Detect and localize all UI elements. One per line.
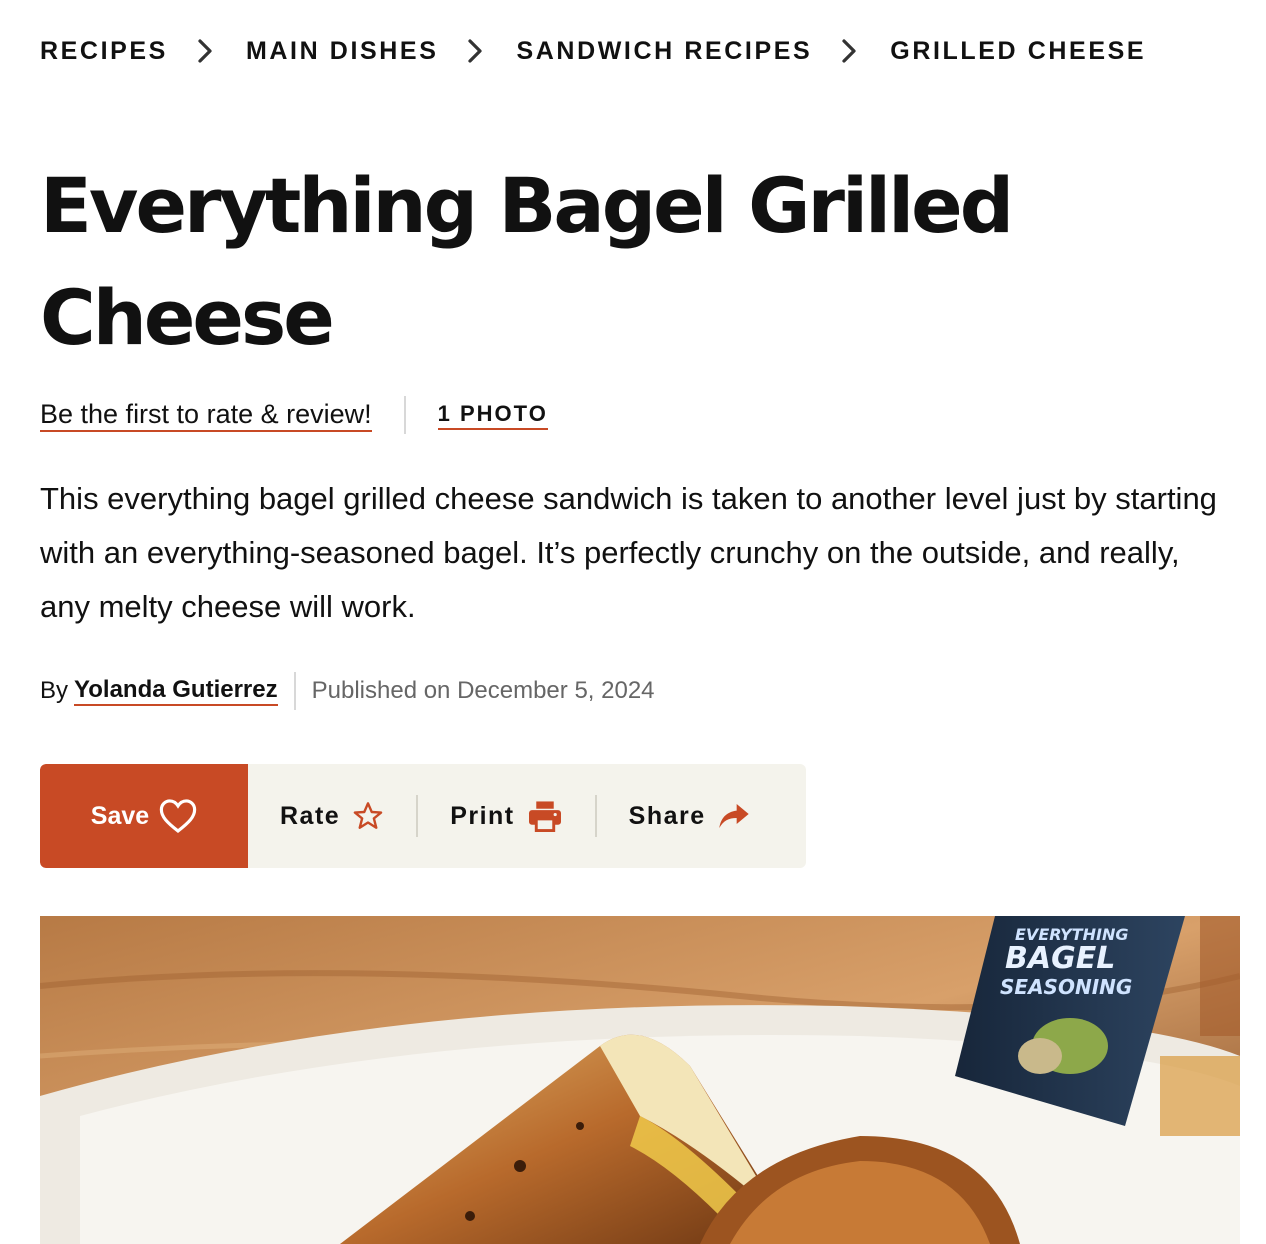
chevron-right-icon: [468, 39, 483, 63]
rate-review-link[interactable]: Be the first to rate & review!: [40, 398, 372, 432]
byline-prefix: By: [40, 677, 69, 704]
rate-button[interactable]: Rate: [280, 800, 384, 832]
chevron-right-icon: [842, 39, 856, 63]
printer-icon: [528, 801, 561, 832]
page-title: Everything Bagel Grilled Cheese: [40, 161, 1014, 362]
print-button[interactable]: Print: [450, 800, 562, 832]
divider: [594, 795, 597, 837]
save-label: Save: [90, 801, 150, 830]
breadcrumb-sandwich-recipes[interactable]: SANDWICH RECIPES: [516, 37, 812, 66]
rating-row: Be the first to rate & review! 1 PHOTO: [40, 396, 548, 434]
chevron-right-icon: [198, 39, 212, 63]
divider: [416, 795, 419, 837]
heart-icon: [159, 799, 197, 834]
breadcrumb-main-dishes[interactable]: MAIN DISHES: [246, 37, 439, 66]
byline: By Yolanda Gutierrez Published on Decemb…: [40, 672, 655, 710]
author-link[interactable]: Yolanda Gutierrez: [74, 676, 278, 706]
share-button[interactable]: Share: [629, 802, 750, 831]
share-arrow-icon: [718, 804, 749, 828]
star-icon: [353, 802, 383, 829]
grilled-cheese-photo: EVERYTHING BAGEL SEASONING: [40, 916, 1240, 1244]
breadcrumb-grilled-cheese[interactable]: GRILLED CHEESE: [890, 37, 1146, 66]
share-label: Share: [628, 801, 706, 830]
photo-count-link[interactable]: 1 PHOTO: [437, 400, 548, 430]
jar-label-line-2: BAGEL: [1005, 941, 1115, 976]
print-label: Print: [450, 801, 515, 830]
divider: [293, 672, 296, 710]
divider: [403, 396, 406, 434]
hero-photo[interactable]: EVERYTHING BAGEL SEASONING: [40, 916, 1240, 1244]
breadcrumb-recipes[interactable]: RECIPES: [40, 37, 168, 66]
save-button[interactable]: Save: [40, 764, 248, 868]
jar-label-line-3: SEASONING: [1000, 975, 1132, 999]
breadcrumb: RECIPES MAIN DISHES SANDWICH RECIPES GRI…: [40, 36, 1146, 66]
publish-date: Published on December 5, 2024: [311, 677, 655, 704]
action-bar: Save Rate Print Share: [40, 764, 806, 868]
recipe-description: This everything bagel grilled cheese san…: [40, 481, 1217, 624]
rate-label: Rate: [280, 801, 341, 830]
